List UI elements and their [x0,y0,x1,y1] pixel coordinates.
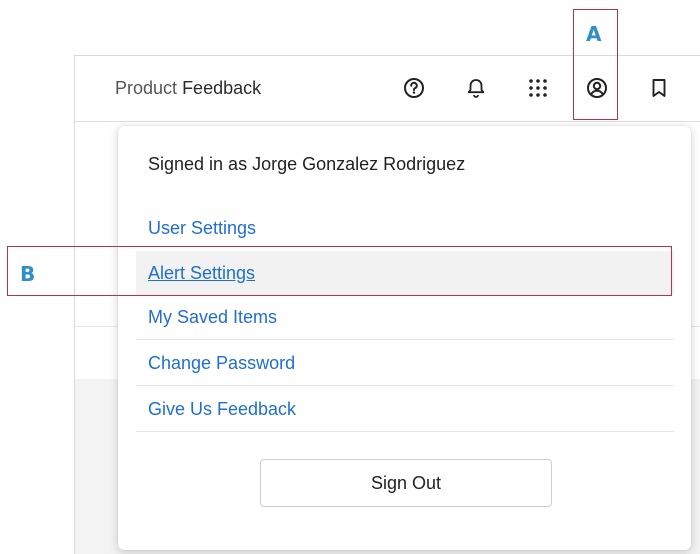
menu-item-alert-settings[interactable]: Alert Settings [136,251,674,295]
menu-item-change-password[interactable]: Change Password [136,342,674,386]
help-icon[interactable] [400,74,428,102]
app-title[interactable]: Product Feedback [115,78,261,99]
apps-grid-icon[interactable] [524,74,552,102]
menu-item-user-settings[interactable]: User Settings [136,206,674,250]
app-title-product: Product [115,78,178,98]
app-header: Product Feedback [75,56,700,122]
sign-out-button[interactable]: Sign Out [260,459,552,507]
account-icon[interactable] [583,74,611,102]
callout-label-a: A [586,22,602,46]
account-dropdown-menu: Signed in as Jorge Gonzalez Rodriguez Us… [118,126,691,550]
bookmark-icon[interactable] [645,74,673,102]
app-title-feedback: Feedback [182,78,262,98]
bell-icon[interactable] [462,74,490,102]
menu-item-give-us-feedback[interactable]: Give Us Feedback [136,388,674,432]
callout-label-b: B [20,262,36,286]
signed-in-label: Signed in as Jorge Gonzalez Rodriguez [148,154,466,174]
menu-item-my-saved-items[interactable]: My Saved Items [136,296,674,340]
